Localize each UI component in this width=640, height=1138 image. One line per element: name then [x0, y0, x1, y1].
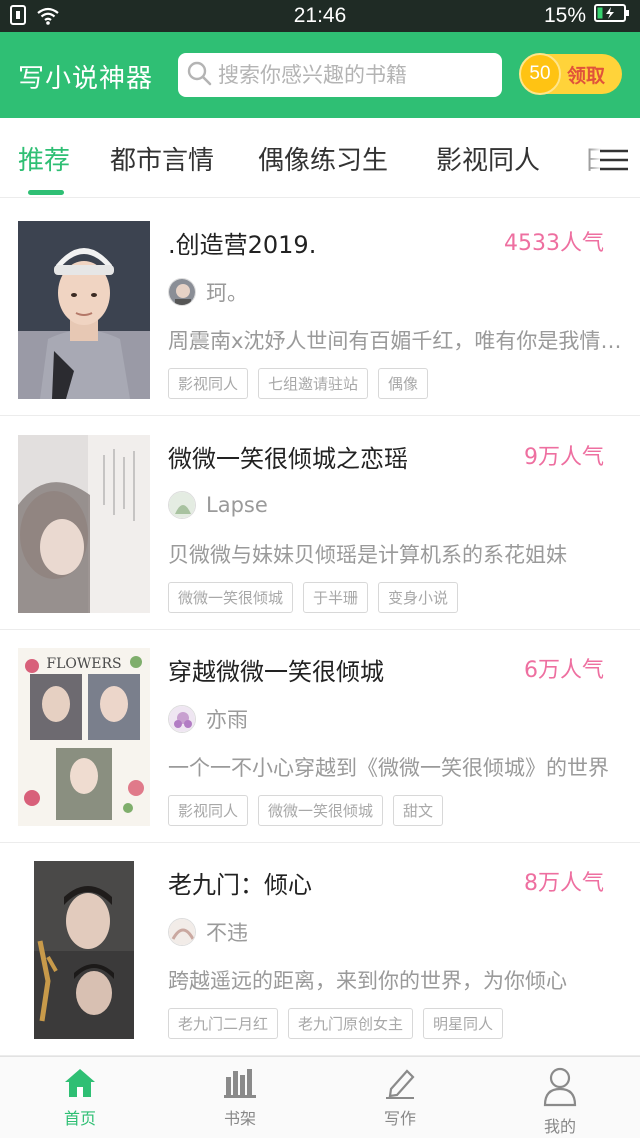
- book-tag[interactable]: 七组邀请驻站: [258, 368, 369, 399]
- cover-text: FLOWERS: [46, 656, 121, 672]
- book-title: 穿越微微一笑很倾城: [168, 658, 384, 686]
- book-tags: 微微一笑很倾城 于半珊 变身小说: [168, 582, 459, 613]
- book-popularity: 9万人气: [524, 445, 604, 470]
- author-name: 亦雨: [206, 708, 248, 732]
- book-popularity: 8万人气: [524, 871, 604, 896]
- pen-icon: [350, 1067, 450, 1099]
- profile-icon: [510, 1067, 610, 1107]
- tab-idol-trainee[interactable]: 偶像练习生: [258, 140, 388, 177]
- avatar: [168, 491, 196, 519]
- tab-recommend[interactable]: 推荐: [18, 140, 70, 177]
- book-list-item[interactable]: .创造营2019. 4533人气 珂。 周震南x沈妤人世间有百媚千红，唯有你是我…: [0, 203, 640, 416]
- home-icon: [30, 1067, 130, 1099]
- tab-film-fanfic[interactable]: 影视同人: [436, 140, 540, 177]
- avatar: [168, 705, 196, 733]
- book-cover-image[interactable]: FLOWERS: [18, 648, 150, 826]
- avatar: [168, 918, 196, 946]
- book-cover-image[interactable]: [18, 221, 150, 399]
- book-tag[interactable]: 偶像: [378, 368, 429, 399]
- app-header: 写小说神器 50 领取: [0, 32, 640, 118]
- battery-percent: 15%: [543, 4, 586, 27]
- nav-write[interactable]: 写作: [350, 1067, 450, 1129]
- reward-claim-button[interactable]: 50 领取: [519, 53, 622, 95]
- book-tag[interactable]: 微微一笑很倾城: [168, 582, 294, 613]
- book-description: 贝微微与妹妹贝倾瑶是计算机系的系花姐妹: [168, 543, 567, 567]
- book-author[interactable]: 亦雨: [168, 704, 248, 734]
- nav-profile-label: 我的: [543, 1117, 576, 1136]
- nav-bookshelf-label: 书架: [223, 1109, 256, 1128]
- book-tags: 影视同人 七组邀请驻站 偶像: [168, 368, 429, 399]
- book-popularity: 4533人气: [504, 231, 604, 256]
- book-author[interactable]: Lapse: [168, 491, 268, 519]
- nav-bookshelf[interactable]: 书架: [190, 1067, 290, 1129]
- app-title: 写小说神器: [18, 64, 154, 94]
- book-author[interactable]: 不违: [168, 917, 248, 947]
- tab-urban-romance[interactable]: 都市言情: [110, 140, 214, 177]
- book-tag[interactable]: 微微一笑很倾城: [258, 795, 384, 826]
- author-name: 不违: [206, 921, 248, 945]
- book-tag[interactable]: 影视同人: [168, 795, 249, 826]
- book-tags: 老九门二月红 老九门原创女主 明星同人: [168, 1008, 504, 1039]
- coin-icon: 50: [519, 53, 561, 95]
- active-tab-indicator: [28, 190, 64, 195]
- book-list-item[interactable]: 微微一笑很倾城之恋瑶 9万人气 Lapse 贝微微与妹妹贝倾瑶是计算机系的系花姐…: [0, 417, 640, 630]
- bookshelf-icon: [190, 1067, 290, 1099]
- book-cover-image[interactable]: [34, 861, 134, 1039]
- book-title: 老九门：倾心: [168, 871, 312, 899]
- book-tag[interactable]: 老九门原创女主: [288, 1008, 414, 1039]
- book-tag[interactable]: 变身小说: [378, 582, 459, 613]
- book-description: 一个一不小心穿越到《微微一笑很倾城》的世界: [168, 756, 609, 780]
- battery-charging-icon: [594, 4, 630, 28]
- author-name: 珂。: [206, 281, 248, 305]
- book-popularity: 6万人气: [524, 658, 604, 683]
- book-description: 跨越遥远的距离，来到你的世界，为你倾心: [168, 969, 567, 993]
- status-icons-right: 15%: [544, 4, 630, 28]
- book-list-item[interactable]: 老九门：倾心 8万人气 不违 跨越遥远的距离，来到你的世界，为你倾心 老九门二月…: [0, 843, 640, 1056]
- book-title: .创造营2019.: [168, 231, 317, 259]
- reward-label: 领取: [567, 64, 606, 87]
- book-cover-image[interactable]: [18, 435, 150, 613]
- book-tag[interactable]: 老九门二月红: [168, 1008, 279, 1039]
- nav-profile[interactable]: 我的: [510, 1067, 610, 1137]
- search-bar[interactable]: [178, 53, 502, 97]
- search-icon: [186, 60, 212, 90]
- category-tabs: 推荐 都市言情 偶像练习生 影视同人 日: [0, 118, 640, 198]
- book-list-item[interactable]: FLOWERS 穿越微微一笑很倾城 6万人气 亦雨 一个一不小心穿越到《微微一笑…: [0, 630, 640, 843]
- bottom-nav: 首页 书架 写作 我的: [0, 1056, 640, 1138]
- nav-home-label: 首页: [63, 1109, 96, 1128]
- book-tag[interactable]: 甜文: [393, 795, 444, 826]
- menu-icon[interactable]: [598, 148, 630, 172]
- book-tag[interactable]: 影视同人: [168, 368, 249, 399]
- avatar: [168, 278, 196, 306]
- book-tag[interactable]: 于半珊: [303, 582, 369, 613]
- search-input[interactable]: [218, 63, 488, 87]
- book-title: 微微一笑很倾城之恋瑶: [168, 445, 408, 473]
- author-name: Lapse: [206, 493, 268, 517]
- book-description: 周震南x沈妤人世间有百媚千红，唯有你是我情之所钟: [168, 329, 622, 353]
- book-author[interactable]: 珂。: [168, 277, 248, 307]
- nav-write-label: 写作: [383, 1109, 416, 1128]
- book-tags: 影视同人 微微一笑很倾城 甜文: [168, 795, 444, 826]
- book-tag[interactable]: 明星同人: [423, 1008, 504, 1039]
- nav-home[interactable]: 首页: [30, 1067, 130, 1129]
- status-bar: 21:46 15%: [0, 0, 640, 32]
